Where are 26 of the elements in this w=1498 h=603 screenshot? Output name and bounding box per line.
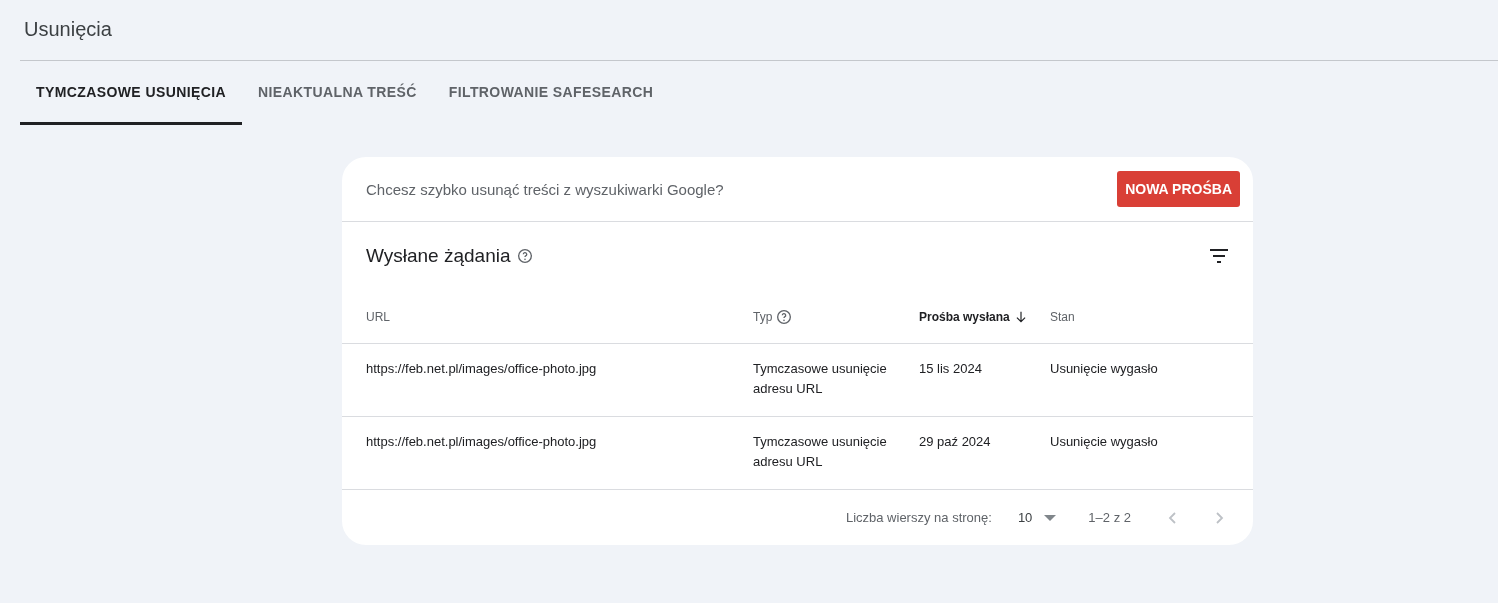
page-title: Usunięcia (23, 17, 113, 42)
dropdown-caret-icon (1044, 514, 1057, 521)
tab[interactable]: NIEAKTUALNA TREŚĆ (242, 61, 433, 125)
help-icon[interactable] (516, 248, 533, 264)
table-cell-text: Usunięcie wygasło (1050, 433, 1159, 451)
column-header: Stan (1050, 309, 1075, 324)
table-cell-text: 29 paź 2024 (919, 433, 992, 451)
column-header: Typ (753, 309, 773, 324)
banner-text: Chcesz szybko usunąć treści z wyszukiwarki Google? (366, 180, 724, 198)
tab[interactable]: FILTROWANIE SAFESEARCH (432, 61, 670, 125)
tab[interactable]: TYMCZASOWE USUNIĘCIA (20, 61, 242, 125)
rows-per-page-label: Liczba wierszy na stronę: (845, 510, 992, 525)
help-icon[interactable] (776, 308, 793, 325)
section-title-text: Wysłane żądania (366, 245, 511, 267)
table-cell-text: https://feb.net.pl/images/office-photo.jpg (366, 433, 598, 451)
table-cell-text: Usunięcie wygasło (1050, 360, 1159, 378)
column-header[interactable]: Prośba wysłana (919, 309, 1010, 324)
page-range: 1–2 z 2 (1088, 510, 1131, 525)
filter-icon[interactable] (1209, 249, 1229, 263)
table-cell-text: Tymczasowe usunięcie adresu URL (753, 360, 888, 398)
new-request-button[interactable]: NOWA PROŚBA (1117, 171, 1240, 207)
table-cell-text: 15 lis 2024 (919, 360, 983, 378)
table-cell-text: https://feb.net.pl/images/office-photo.jpg (366, 360, 598, 378)
rows-per-page-select[interactable]: 10 (1011, 509, 1063, 526)
table-cell-text: Tymczasowe usunięcie adresu URL (753, 433, 888, 471)
column-header: URL (366, 309, 390, 324)
